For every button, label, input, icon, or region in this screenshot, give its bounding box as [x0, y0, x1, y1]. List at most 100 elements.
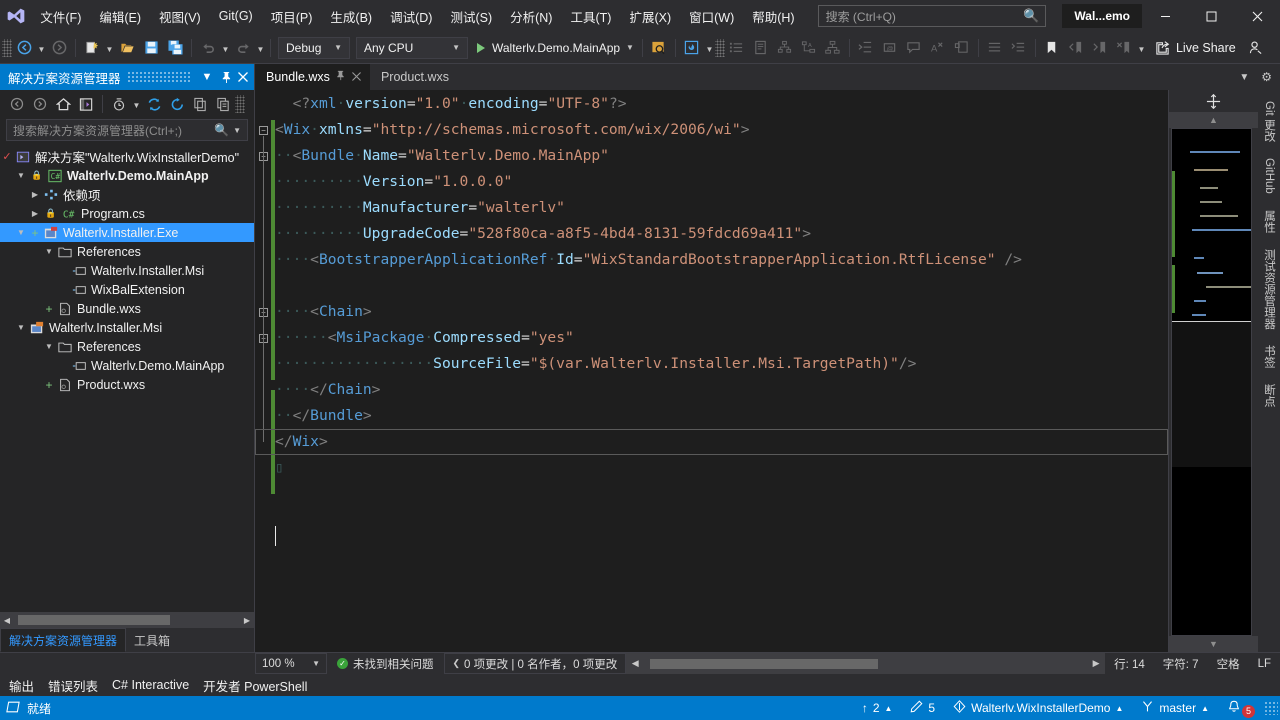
scroll-right-icon[interactable]: ▶	[240, 616, 254, 625]
split-view-icon[interactable]	[1169, 90, 1258, 112]
menu-help[interactable]: 帮助(H)	[743, 0, 803, 32]
list-members-icon[interactable]	[725, 36, 749, 60]
editor-minimap[interactable]	[1171, 128, 1252, 636]
class-view-icon[interactable]	[773, 36, 797, 60]
tree-item-ref-wixbalextension[interactable]: WixBalExtension	[0, 280, 254, 299]
resize-grip-icon[interactable]	[1264, 701, 1278, 715]
undo-icon[interactable]	[196, 36, 220, 60]
branch-indicator[interactable]: master ▲	[1132, 696, 1218, 720]
switch-views-icon[interactable]	[75, 93, 97, 115]
tree-item-bundle-wxs[interactable]: + Bundle.wxs	[0, 299, 254, 318]
tree-item-walterlv-demo-mainapp[interactable]: ▼ 🔒 C# Walterlv.Demo.MainApp	[0, 166, 254, 185]
collapse-all-icon[interactable]	[166, 93, 188, 115]
save-icon[interactable]	[139, 36, 163, 60]
open-file-icon[interactable]	[115, 36, 139, 60]
nav-back-icon[interactable]	[6, 93, 28, 115]
solution-horizontal-scrollbar[interactable]: ◀ ▶	[0, 612, 254, 628]
add-user-icon[interactable]	[1244, 36, 1268, 60]
menu-tools[interactable]: 工具(T)	[561, 0, 620, 32]
tree-item-product-wxs[interactable]: + Product.wxs	[0, 375, 254, 394]
undo-dropdown-icon[interactable]: ▼	[220, 36, 231, 60]
eol-indicator[interactable]: LF	[1249, 658, 1280, 670]
plus-icon[interactable]: +	[42, 303, 56, 315]
quick-info-icon[interactable]	[749, 36, 773, 60]
editor-horizontal-scrollbar[interactable]: ◀ ▶	[626, 653, 1106, 675]
editor-vertical-scrollbar[interactable]: ▲ ▼	[1168, 90, 1258, 652]
properties-icon[interactable]	[212, 93, 234, 115]
solution-search-input[interactable]: 搜索解决方案资源管理器(Ctrl+;) 🔍 ▼	[6, 119, 248, 141]
expander-open-icon[interactable]: ▼	[42, 247, 56, 256]
nav-forward-icon[interactable]	[29, 93, 51, 115]
close-icon[interactable]	[1234, 0, 1280, 32]
menu-window[interactable]: 窗口(W)	[680, 0, 743, 32]
code-text[interactable]: <?xml·version="1.0"·encoding="UTF-8"?> <W…	[255, 90, 1168, 481]
close-icon[interactable]	[234, 66, 252, 88]
tab-solution-explorer[interactable]: 解决方案资源管理器	[0, 628, 127, 652]
gear-icon[interactable]: ⚙	[1257, 70, 1276, 84]
select-element-icon[interactable]	[647, 36, 671, 60]
start-debug-button[interactable]: Walterlv.Demo.MainApp ▼	[471, 36, 638, 60]
toolbar-overflow-icon[interactable]: ▼	[1136, 36, 1147, 60]
tree-item-walterlv-installer-msi[interactable]: ▼ Walterlv.Installer.Msi	[0, 318, 254, 337]
scroll-down-icon[interactable]: ▼	[1169, 636, 1258, 652]
expander-open-icon[interactable]: ▼	[42, 342, 56, 351]
decrease-indent-icon[interactable]	[1007, 36, 1031, 60]
menu-debug[interactable]: 调试(D)	[381, 0, 441, 32]
repository-indicator[interactable]: Walterlv.WixInstallerDemo ▲	[944, 696, 1132, 720]
toggle-outlining-icon[interactable]	[950, 36, 974, 60]
editor-tab-bundle-wxs[interactable]: Bundle.wxs	[255, 64, 370, 90]
tab-developer-powershell[interactable]: 开发者 PowerShell	[196, 674, 314, 696]
tree-item-program-cs[interactable]: ▶ 🔒 C# Program.cs	[0, 204, 254, 223]
chevron-down-icon[interactable]: ▼	[1235, 72, 1253, 83]
menu-edit[interactable]: 编辑(E)	[90, 0, 150, 32]
editor-tab-product-wxs[interactable]: Product.wxs	[370, 64, 454, 90]
hot-reload-icon[interactable]	[680, 36, 704, 60]
pending-changes-icon[interactable]	[108, 93, 130, 115]
scroll-track[interactable]	[644, 653, 1087, 675]
pin-icon[interactable]	[216, 66, 234, 88]
menu-test[interactable]: 测试(S)	[441, 0, 501, 32]
tree-item-dependencies[interactable]: ▶ 依赖项	[0, 185, 254, 204]
rail-tab-properties[interactable]: 属性	[1258, 202, 1280, 240]
git-changes-indicator[interactable]: ❮ 0 项更改 | 0 名作者，0 项更改	[443, 653, 627, 674]
call-hierarchy-icon[interactable]: A	[797, 36, 821, 60]
indentation-indicator[interactable]: 空格	[1208, 656, 1249, 672]
expander-open-icon[interactable]: ▼	[14, 228, 28, 237]
refresh-icon[interactable]	[143, 93, 165, 115]
menu-analyze[interactable]: 分析(N)	[501, 0, 561, 32]
menu-extensions[interactable]: 扩展(X)	[620, 0, 680, 32]
object-browser-icon[interactable]	[821, 36, 845, 60]
menu-project[interactable]: 项目(P)	[262, 0, 322, 32]
menu-view[interactable]: 视图(V)	[150, 0, 210, 32]
scroll-thumb[interactable]	[18, 615, 170, 625]
rail-tab-github[interactable]: GitHub	[1260, 150, 1278, 201]
solution-tree[interactable]: ✓ 解决方案"Walterlv.WixInstallerDemo" ▼ 🔒 C#…	[0, 145, 254, 612]
toolbar-grip[interactable]	[2, 38, 12, 57]
tree-item-ref-walterlv-installer-msi[interactable]: Walterlv.Installer.Msi	[0, 261, 254, 280]
surround-with-icon[interactable]: @	[878, 36, 902, 60]
menu-file[interactable]: 文件(F)	[31, 0, 90, 32]
expander-open-icon[interactable]: ▼	[14, 171, 28, 180]
issues-indicator[interactable]: ✓ 未找到相关问题	[327, 653, 444, 674]
increase-indent-icon[interactable]	[983, 36, 1007, 60]
tab-output[interactable]: 输出	[2, 674, 41, 696]
chevron-down-icon[interactable]: ▼	[198, 66, 216, 88]
rail-tab-bookmarks[interactable]: 书签	[1258, 338, 1280, 376]
maximize-icon[interactable]	[1188, 0, 1234, 32]
global-search-input[interactable]: 搜索 (Ctrl+Q) 🔍	[817, 5, 1047, 27]
tree-item-references-msi[interactable]: ▼ References	[0, 337, 254, 356]
toggle-bookmark-icon[interactable]	[1040, 36, 1064, 60]
platform-combo[interactable]: Any CPU ▼	[356, 36, 468, 59]
next-bookmark-icon[interactable]	[1088, 36, 1112, 60]
hot-reload-dropdown-icon[interactable]: ▼	[704, 36, 715, 60]
chevron-down-icon[interactable]: ▼	[229, 126, 245, 135]
notifications-indicator[interactable]: 5	[1218, 696, 1264, 720]
uncomment-selection-icon[interactable]: A	[926, 36, 950, 60]
arrow-left-icon[interactable]: ◀	[626, 658, 644, 669]
code-area[interactable]: − − − − <?xml·version="1.0"·encoding="UT…	[255, 90, 1168, 652]
pending-changes-dropdown-icon[interactable]: ▼	[131, 93, 142, 115]
arrow-right-icon[interactable]: ▶	[1087, 658, 1105, 669]
unpublished-changes-indicator[interactable]: 5	[901, 696, 944, 720]
scroll-track[interactable]	[14, 612, 240, 628]
tab-csharp-interactive[interactable]: C# Interactive	[105, 674, 196, 696]
